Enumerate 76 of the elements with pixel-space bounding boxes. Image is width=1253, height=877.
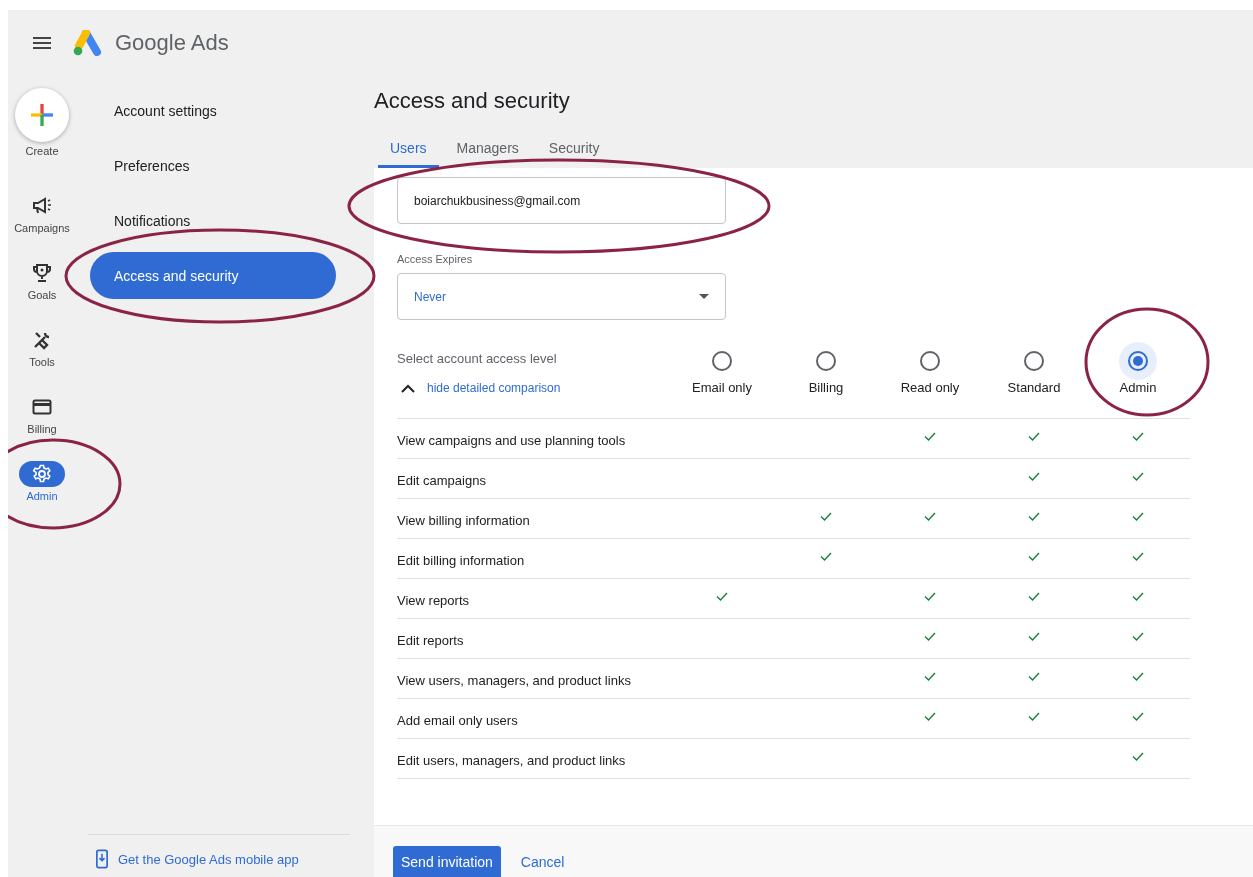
rail-label[interactable]: Billing	[27, 423, 57, 435]
rail-label[interactable]: Goals	[27, 289, 57, 301]
page-title: Access and security	[374, 88, 571, 115]
rail-label[interactable]: Campaigns	[14, 222, 70, 234]
nav-item[interactable]: Preferences	[90, 142, 336, 189]
check-icon	[924, 712, 936, 721]
nav-item[interactable]: Account settings	[90, 87, 336, 134]
check-icon	[924, 512, 936, 521]
plus-icon	[31, 104, 53, 126]
level-label: Email only	[692, 380, 752, 395]
check-icon	[924, 592, 936, 601]
radio-button[interactable]	[1119, 342, 1157, 380]
logo-icon	[73, 29, 103, 56]
settings-icon	[32, 464, 52, 484]
check-icon	[1132, 472, 1144, 481]
rail-icon-pill[interactable]	[19, 461, 65, 487]
check-icon	[1028, 632, 1040, 641]
check-icon	[1132, 512, 1144, 521]
trophy-icon	[32, 263, 52, 283]
check-icon	[924, 672, 936, 681]
level-label: Standard	[1007, 380, 1061, 395]
check-icon	[1132, 632, 1144, 641]
permission-label: View reports	[397, 591, 470, 608]
check-icon	[1132, 592, 1144, 601]
permission-label: Edit users, managers, and product links	[397, 751, 627, 768]
permission-label: Edit campaigns	[397, 471, 487, 488]
field-label: Access Expires	[397, 253, 474, 265]
send-button[interactable]: Send invitation	[393, 846, 501, 877]
mobile-app-link[interactable]: Get the Google Ads mobile app	[118, 851, 299, 867]
check-icon	[1132, 672, 1144, 681]
rail-label[interactable]: Admin	[26, 490, 58, 502]
cancel-button[interactable]: Cancel	[508, 846, 577, 877]
level-label: Admin	[1119, 380, 1157, 395]
check-icon	[924, 632, 936, 641]
check-icon	[820, 552, 832, 561]
rail-label[interactable]: Tools	[29, 356, 55, 368]
check-icon	[716, 592, 728, 601]
section-label: Select account access level	[397, 351, 558, 366]
comparison-toggle-link[interactable]: hide detailed comparison	[397, 381, 670, 395]
chevron-up-icon	[401, 383, 415, 393]
menu-icon[interactable]	[33, 36, 51, 49]
tab[interactable]: Managers	[444, 135, 531, 168]
check-icon	[1132, 712, 1144, 721]
permission-label: View users, managers, and product links	[397, 671, 632, 688]
check-icon	[1028, 712, 1040, 721]
card-icon	[32, 397, 52, 417]
email-field[interactable]: boiarchukbusiness@gmail.com	[397, 177, 726, 224]
check-icon	[820, 512, 832, 521]
create-button[interactable]	[15, 88, 69, 142]
permission-label: View campaigns and use planning tools	[397, 431, 627, 448]
nav-item[interactable]: Notifications	[90, 197, 336, 244]
check-icon	[1028, 552, 1040, 561]
level-label: Read only	[900, 380, 960, 395]
create-label: Create	[25, 145, 59, 157]
megaphone-icon	[32, 196, 52, 216]
check-icon	[924, 432, 936, 441]
check-icon	[1132, 432, 1144, 441]
check-icon	[1132, 552, 1144, 561]
check-icon	[1028, 432, 1040, 441]
permission-label: Edit reports	[397, 631, 465, 648]
check-icon	[1028, 592, 1040, 601]
check-icon	[1028, 512, 1040, 521]
permission-label: View billing information	[397, 511, 531, 528]
dropdown-caret-icon	[699, 294, 709, 299]
check-icon	[1028, 472, 1040, 481]
expires-dropdown[interactable]: Never	[397, 273, 726, 320]
permission-label: Add email only users	[397, 711, 519, 728]
tools-icon	[32, 330, 52, 350]
permission-label: Edit billing information	[397, 551, 526, 568]
check-icon	[1132, 752, 1144, 761]
tab[interactable]: Security	[536, 135, 612, 168]
app-title: Google Ads	[115, 29, 229, 56]
phone-download-icon	[96, 849, 108, 869]
check-icon	[1028, 672, 1040, 681]
nav-item[interactable]: Access and security	[90, 252, 336, 299]
level-label: Billing	[808, 380, 844, 395]
